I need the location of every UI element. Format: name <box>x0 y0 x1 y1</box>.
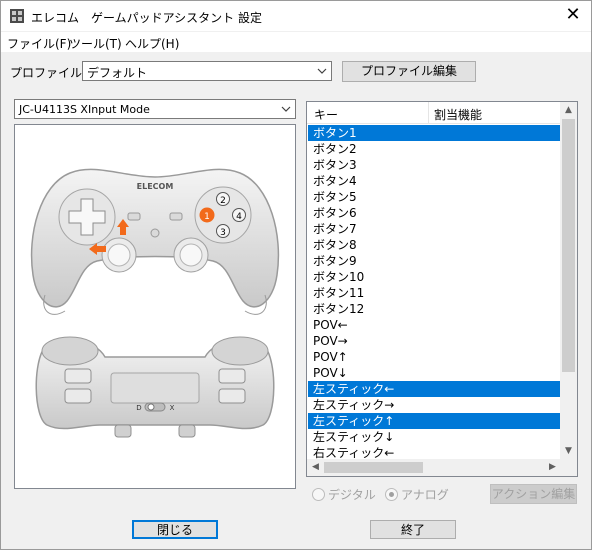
switch-label: D <box>136 404 141 412</box>
list-rows: ボタン1 ボタン2 ボタン3 ボタン4 ボタン5 ボタン6 ボタン7 ボタン8 ボタン9 ボタン1… <box>308 125 561 460</box>
profile-select-value: デフォルト <box>87 66 148 80</box>
list-row[interactable]: POV↑ <box>308 349 561 365</box>
profile-edit-button[interactable]: プロファイル編集 <box>342 61 476 82</box>
list-row[interactable]: ボタン9 <box>308 253 561 269</box>
face-button-label: 2 <box>220 196 226 206</box>
switch-label: X <box>170 404 175 412</box>
list-row[interactable]: ボタン6 <box>308 205 561 221</box>
list-row[interactable]: ボタン12 <box>308 301 561 317</box>
list-row[interactable]: POV← <box>308 317 561 333</box>
settings-window: エレコム ゲームパッドアシスタント 設定 ✕ ファイル(F) ツール(T) ヘル… <box>0 0 592 550</box>
radio-analog-label: アナログ <box>401 488 449 502</box>
menu-file[interactable]: ファイル(F) <box>7 35 71 52</box>
gamepad-app-icon <box>10 9 24 23</box>
exit-button[interactable]: 終了 <box>370 520 456 539</box>
column-key[interactable]: キー <box>314 106 338 123</box>
chevron-down-icon <box>281 106 291 112</box>
list-row[interactable]: ボタン11 <box>308 285 561 301</box>
list-row[interactable]: 左スティック← <box>308 381 561 397</box>
horizontal-scrollbar[interactable]: ◀ ▶ <box>307 459 561 476</box>
radio-circle <box>312 488 325 501</box>
device-select[interactable]: JC-U4113S XInput Mode <box>14 99 296 119</box>
list-row[interactable]: ボタン4 <box>308 173 561 189</box>
title-bar: エレコム ゲームパッドアシスタント 設定 ✕ <box>1 1 591 31</box>
gamepad-front-view: D X <box>35 336 275 438</box>
window-title: エレコム ゲームパッドアシスタント 設定 <box>31 11 262 25</box>
profile-label: プロファイル: <box>10 66 87 80</box>
close-window-button[interactable]: ✕ <box>561 4 585 28</box>
gamepad-top-view: 2 4 3 1 ELECOM <box>30 168 280 315</box>
list-row[interactable]: 右スティック← <box>308 445 561 460</box>
menu-bar: ファイル(F) ツール(T) ヘルプ(H) <box>1 32 591 52</box>
list-row[interactable]: 左スティック↑ <box>308 413 561 429</box>
vertical-scroll-thumb[interactable] <box>562 119 575 372</box>
list-row[interactable]: 左スティック→ <box>308 397 561 413</box>
list-row[interactable]: ボタン5 <box>308 189 561 205</box>
list-header: キー 割当機能 <box>307 102 561 124</box>
list-row[interactable]: ボタン7 <box>308 221 561 237</box>
scroll-right-arrow-icon[interactable]: ▶ <box>544 459 561 476</box>
column-assigned-function[interactable]: 割当機能 <box>434 106 482 123</box>
face-button-label: 1 <box>204 212 210 222</box>
device-select-value: JC-U4113S XInput Mode <box>19 103 150 116</box>
radio-digital: デジタル <box>312 486 376 503</box>
scroll-up-arrow-icon[interactable]: ▲ <box>560 102 577 119</box>
radio-circle-selected <box>385 488 398 501</box>
list-row[interactable]: POV↓ <box>308 365 561 381</box>
list-row[interactable]: ボタン2 <box>308 141 561 157</box>
brand-logo-text: ELECOM <box>137 182 174 191</box>
action-edit-button: アクション編集 <box>490 484 577 504</box>
vertical-scrollbar[interactable]: ▲ ▼ <box>560 102 577 460</box>
list-row[interactable]: 左スティック↓ <box>308 429 561 445</box>
scroll-down-arrow-icon[interactable]: ▼ <box>560 443 577 460</box>
menu-tools[interactable]: ツール(T) <box>69 35 122 52</box>
gamepad-illustration: 2 4 3 1 ELECOM D X <box>30 168 280 438</box>
list-row[interactable]: ボタン3 <box>308 157 561 173</box>
radio-digital-label: デジタル <box>328 488 376 502</box>
close-button[interactable]: 閉じる <box>132 520 218 539</box>
column-divider[interactable] <box>428 102 429 124</box>
chevron-down-icon <box>317 68 327 74</box>
scroll-left-arrow-icon[interactable]: ◀ <box>307 459 324 476</box>
list-row[interactable]: ボタン8 <box>308 237 561 253</box>
list-row[interactable]: POV→ <box>308 333 561 349</box>
profile-select[interactable]: デフォルト <box>82 61 332 81</box>
list-row[interactable]: ボタン10 <box>308 269 561 285</box>
face-button-label: 3 <box>220 228 226 238</box>
face-button-label: 4 <box>236 212 242 222</box>
gamepad-image-panel: 2 4 3 1 ELECOM D X <box>14 124 296 489</box>
menu-help[interactable]: ヘルプ(H) <box>125 35 179 52</box>
list-row[interactable]: ボタン1 <box>308 125 561 141</box>
key-assignment-list[interactable]: キー 割当機能 ボタン1 ボタン2 ボタン3 ボタン4 ボタン5 ボタン6 ボタン7 ボタン8… <box>306 101 578 477</box>
radio-analog: アナログ <box>385 486 449 503</box>
horizontal-scroll-thumb[interactable] <box>324 462 423 473</box>
scrollbar-corner <box>560 459 577 476</box>
